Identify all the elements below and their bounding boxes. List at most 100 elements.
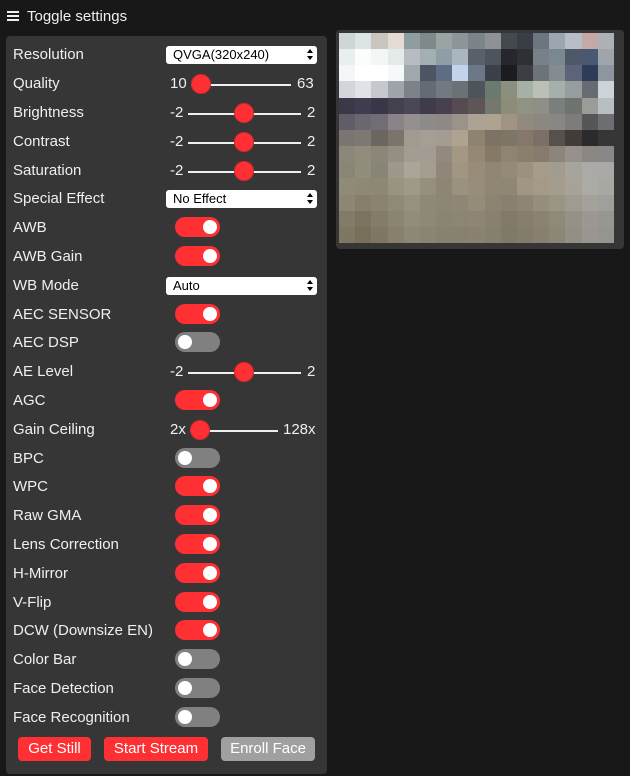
v-flip-toggle[interactable] [175,592,220,612]
aec-dsp-toggle[interactable] [175,332,220,352]
aec-sensor-toggle[interactable] [175,304,220,324]
brightness-slider-thumb[interactable] [234,103,254,123]
saturation-row: Saturation -2 2 [6,157,327,185]
stream-pixel [516,49,534,66]
h-mirror-label: H-Mirror [13,565,68,582]
header[interactable]: Toggle settings [0,0,330,34]
toggle-knob [203,249,217,263]
settings-toggle-title[interactable]: Toggle settings [27,8,127,25]
stream-pixel [468,97,485,114]
stream-pixel [387,194,404,211]
special-effect-select[interactable]: No Effect [166,190,317,208]
stream-pixel [452,33,469,50]
stream-pixel [419,210,437,227]
ae-level-min: -2 [170,363,184,380]
hamburger-icon[interactable] [7,11,19,21]
stream-pixel [500,33,517,50]
face-recognition-toggle[interactable] [175,707,220,727]
ae-level-max: 2 [307,363,316,380]
quality-max: 63 [297,75,314,92]
stream-pixel [387,97,404,114]
stream-pixel [533,81,550,98]
quality-row: Quality 10 63 [6,70,327,98]
stream-pixel [581,97,598,114]
lens-correction-toggle[interactable] [175,534,220,554]
stream-pixel [581,162,598,179]
wpc-toggle[interactable] [175,476,220,496]
stream-pixel [339,210,356,227]
stream-pixel [436,81,453,98]
wb-mode-select[interactable]: Auto [166,277,317,295]
camera-stream-image [339,33,614,243]
quality-slider-thumb[interactable] [191,74,211,94]
awb-gain-toggle[interactable] [175,246,220,266]
dcw-row: DCW (Downsize EN) [6,617,327,645]
stream-pixel [533,210,550,227]
color-bar-toggle[interactable] [175,649,220,669]
stream-pixel [565,226,582,243]
stream-pixel [533,146,550,163]
saturation-slider-thumb[interactable] [234,161,254,181]
stream-pixel [419,81,437,98]
stream-pixel [565,194,582,211]
get-still-button[interactable]: Get Still [18,737,91,761]
toggle-knob [203,595,217,609]
stream-pixel [484,81,501,98]
brightness-max: 2 [307,104,316,121]
stream-pixel [436,146,453,163]
stream-pixel [516,33,534,50]
dcw-toggle[interactable] [175,620,220,640]
agc-toggle[interactable] [175,390,220,410]
stream-pixel [452,162,469,179]
stream-pixel [371,97,388,114]
stream-pixel [533,178,550,195]
stream-pixel [436,194,453,211]
toggle-knob [203,393,217,407]
start-stream-button[interactable]: Start Stream [104,737,208,761]
contrast-slider-thumb[interactable] [234,132,254,152]
stream-pixel [403,129,420,147]
stream-pixel [500,146,517,163]
stream-pixel [500,226,517,243]
stream-pixel [355,81,372,98]
ae-level-label: AE Level [13,363,74,380]
stream-pixel [516,113,534,130]
stream-pixel [387,49,404,66]
stream-pixel [355,178,372,195]
stream-pixel [355,49,372,66]
agc-row: AGC [6,387,327,415]
stream-pixel [452,97,469,114]
face-detection-toggle[interactable] [175,678,220,698]
aec-dsp-label: AEC DSP [13,334,79,351]
stream-pixel [355,194,372,211]
h-mirror-toggle[interactable] [175,563,220,583]
stream-pixel [339,129,356,147]
toggle-knob [203,566,217,580]
stream-pixel [371,129,388,147]
stream-pixel [419,162,437,179]
resolution-select[interactable]: QVGA(320x240) [166,46,317,64]
stream-pixel [484,146,501,163]
agc-label: AGC [13,392,46,409]
stream-pixel [339,49,356,66]
stream-pixel [355,65,372,82]
bpc-toggle[interactable] [175,448,220,468]
v-flip-label: V-Flip [13,594,52,611]
stream-pixel [500,129,517,147]
select-arrows-icon [307,192,313,206]
awb-toggle[interactable] [175,217,220,237]
enroll-face-button[interactable]: Enroll Face [221,737,315,761]
stream-pixel [500,97,517,114]
wpc-row: WPC [6,473,327,501]
stream-pixel [339,81,356,98]
stream-pixel [500,113,517,130]
stream-pixel [597,210,614,227]
ae-level-slider-thumb[interactable] [234,362,254,382]
gain-ceiling-slider-thumb[interactable] [190,420,210,440]
raw-gma-toggle[interactable] [175,505,220,525]
face-recognition-label: Face Recognition [13,709,130,726]
stream-pixel [484,33,501,50]
stream-pixel [468,194,485,211]
dcw-label: DCW (Downsize EN) [13,622,154,639]
stream-pixel [516,194,534,211]
